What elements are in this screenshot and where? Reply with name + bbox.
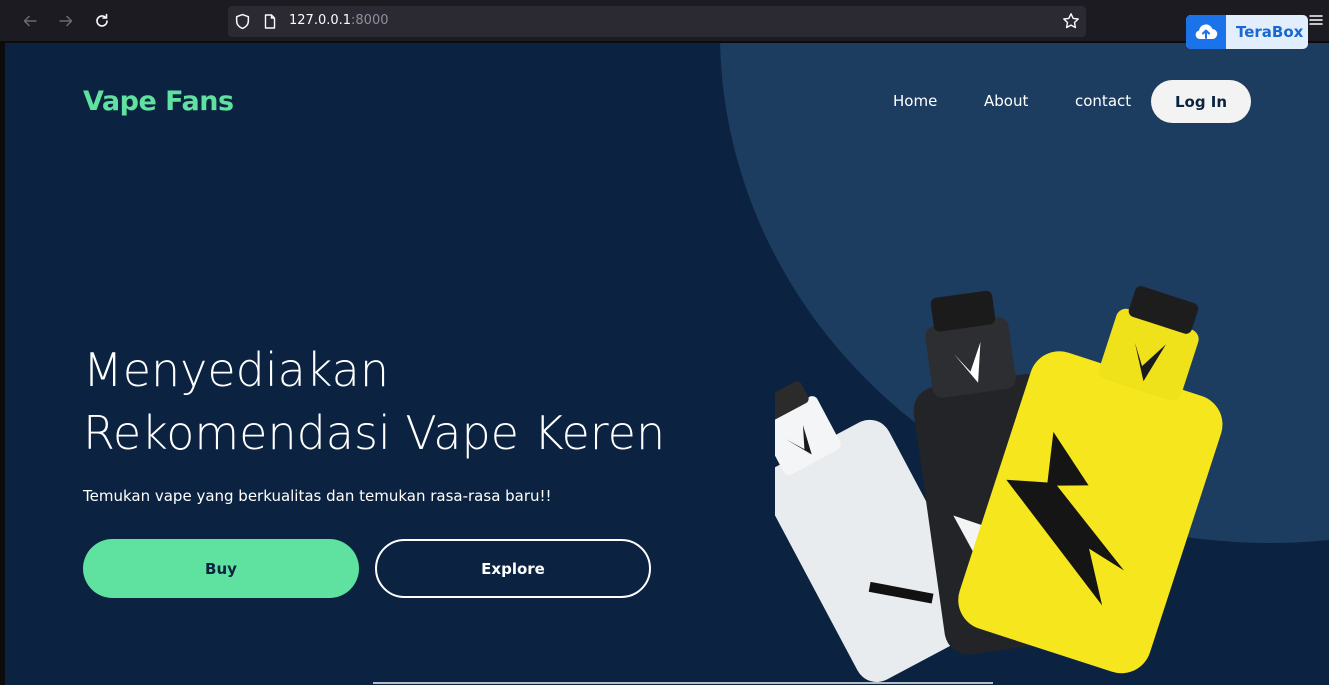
forward-button[interactable] (55, 10, 77, 32)
nav-link-home[interactable]: Home (893, 92, 937, 110)
page-icon (264, 14, 276, 29)
section-divider (373, 682, 993, 684)
reload-button[interactable] (91, 10, 113, 32)
nav-link-contact[interactable]: contact (1075, 92, 1131, 110)
buy-button[interactable]: Buy (83, 539, 359, 598)
hero-title-line-1: Menyediakan (83, 343, 390, 397)
shield-icon[interactable] (234, 13, 251, 30)
hero-subtitle: Temukan vape yang berkualitas dan temuka… (83, 487, 552, 505)
back-arrow-icon (23, 15, 37, 27)
vape-products-image (775, 286, 1223, 682)
login-button[interactable]: Log In (1151, 80, 1251, 123)
menu-icon[interactable] (1309, 12, 1323, 28)
explore-button[interactable]: Explore (375, 539, 651, 598)
url-host: 127.0.0.1 (289, 13, 352, 28)
nav-link-about[interactable]: About (984, 92, 1028, 110)
url-bar[interactable]: 127.0.0.1:8000 (228, 6, 1086, 37)
terabox-extension-button[interactable]: TeraBox (1186, 15, 1308, 49)
terabox-label: TeraBox (1236, 23, 1304, 41)
page-viewport: Vape Fans Home About contact Log In Meny… (5, 43, 1329, 685)
url-text[interactable]: 127.0.0.1:8000 (289, 13, 389, 28)
url-port: :8000 (351, 13, 389, 28)
star-icon[interactable] (1062, 12, 1080, 30)
back-button[interactable] (19, 10, 41, 32)
hero-title: Menyediakan Rekomendasi Vape Keren (83, 339, 665, 465)
forward-arrow-icon (59, 15, 73, 27)
site-brand[interactable]: Vape Fans (83, 86, 234, 117)
reload-icon (96, 13, 108, 27)
hero-title-line-2: Rekomendasi Vape Keren (83, 406, 666, 460)
browser-toolbar: 127.0.0.1:8000 (0, 0, 1329, 42)
cloud-upload-icon (1186, 15, 1226, 49)
